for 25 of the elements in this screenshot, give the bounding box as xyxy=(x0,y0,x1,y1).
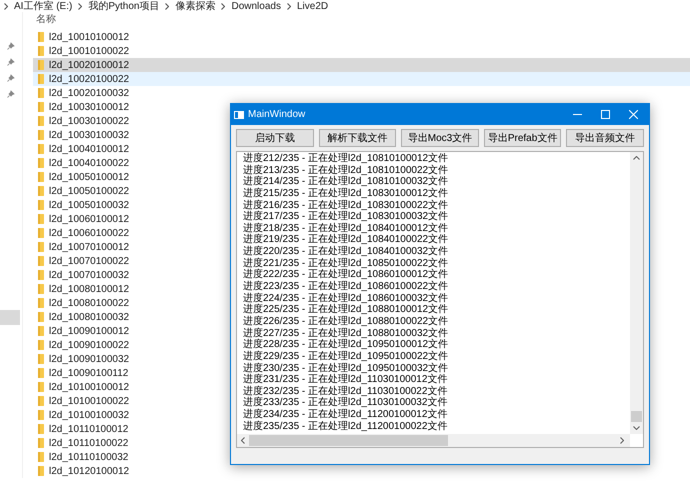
log-line: 进度216/235 - 正在处理l2d_10830100022文件 xyxy=(243,200,448,211)
log-line: 进度229/235 - 正在处理l2d_10950100022文件 xyxy=(243,350,448,362)
log-line: 进度232/235 - 正在处理l2d_11030100022文件 xyxy=(243,386,448,397)
log-line: 进度222/235 - 正在处理l2d_10860100012文件 xyxy=(243,269,448,280)
log-line: 进度213/235 - 正在处理l2d_10810100022文件 xyxy=(243,164,448,176)
window-title: MainWindow xyxy=(248,108,306,122)
log-line: 进度221/235 - 正在处理l2d_10850100022文件 xyxy=(243,258,448,269)
log-line: 进度217/235 - 正在处理l2d_10830100032文件 xyxy=(243,211,448,222)
log-line: 进度227/235 - 正在处理l2d_10880100032文件 xyxy=(243,328,448,339)
log-line: 进度231/235 - 正在处理l2d_11030100012文件 xyxy=(243,374,448,386)
log-line: 进度226/235 - 正在处理l2d_10880100022文件 xyxy=(243,316,448,328)
log-line: 进度212/235 - 正在处理l2d_10810100012文件 xyxy=(243,153,448,164)
log-line: 进度228/235 - 正在处理l2d_10950100012文件 xyxy=(243,339,448,350)
log-line: 进度225/235 - 正在处理l2d_10880100012文件 xyxy=(243,304,448,316)
log-line: 进度215/235 - 正在处理l2d_10830100012文件 xyxy=(243,188,448,200)
log-line: 进度230/235 - 正在处理l2d_10950100032文件 xyxy=(243,362,448,374)
log-line: 进度220/235 - 正在处理l2d_10840100032文件 xyxy=(243,246,448,258)
log-line: 进度224/235 - 正在处理l2d_10860100032文件 xyxy=(243,292,448,304)
log-line: 进度218/235 - 正在处理l2d_10840100012文件 xyxy=(243,222,448,234)
log-line: 进度214/235 - 正在处理l2d_10810100032文件 xyxy=(243,176,448,188)
log-line: 进度235/235 - 正在处理l2d_11200100022文件 xyxy=(243,420,448,432)
log-line: 进度223/235 - 正在处理l2d_10860100022文件 xyxy=(243,281,448,292)
log-line: 进度233/235 - 正在处理l2d_11030100032文件 xyxy=(243,397,448,408)
log-line: 进度234/235 - 正在处理l2d_11200100012文件 xyxy=(243,409,448,420)
log-line: 进度219/235 - 正在处理l2d_10840100022文件 xyxy=(243,234,448,246)
